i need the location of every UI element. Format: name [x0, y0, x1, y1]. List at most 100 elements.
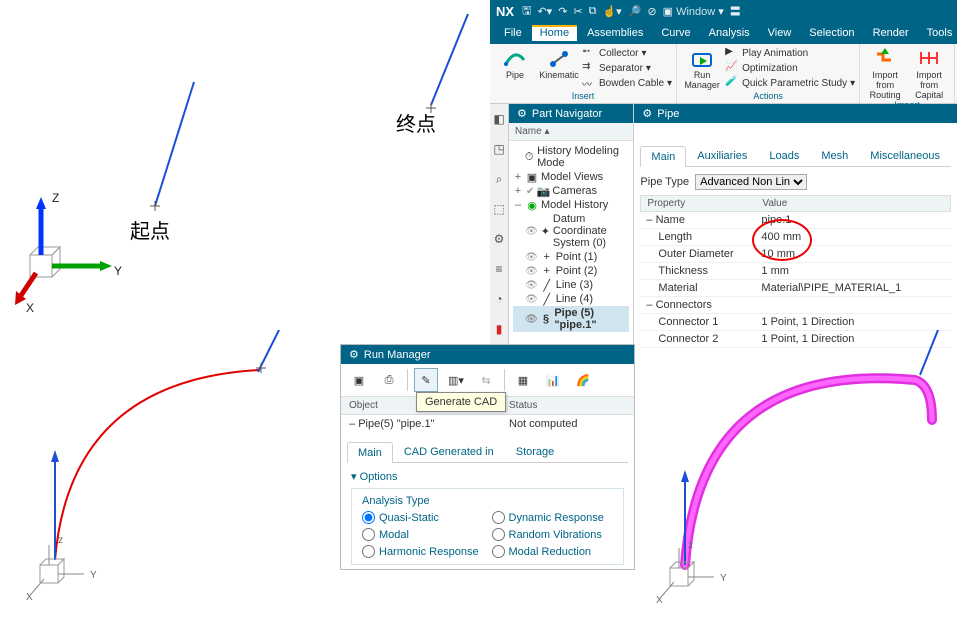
ribbon-qps[interactable]: 🧪Quick Parametric Study ▾	[725, 76, 855, 90]
nav-strip: ◧ ◳ ⌕ ⬚ ⚙ ≡ ◔ ▮	[490, 104, 509, 350]
rm-btn-1[interactable]: ▣	[347, 368, 371, 392]
rm-btn-generate-cad[interactable]: ✎	[414, 368, 438, 392]
nav-icon-5[interactable]: ⚙	[490, 230, 508, 248]
gear-icon[interactable]: ⚙	[349, 348, 359, 361]
line-4[interactable]: 👁╱Line (4)	[513, 292, 629, 306]
datum-csys[interactable]: 👁✦Datum Coordinate System (0)	[513, 212, 629, 250]
rendered-pipe-view: z Y X	[640, 330, 957, 614]
rm-btn-8[interactable]: 🌈	[571, 368, 595, 392]
rm-btn-6[interactable]: ▦	[511, 368, 535, 392]
menu-selection[interactable]: Selection	[801, 25, 862, 41]
radio-harmonic-response[interactable]: Harmonic Response	[362, 545, 484, 558]
svg-text:Z: Z	[52, 191, 59, 205]
menu-home[interactable]: Home	[532, 25, 577, 41]
radio-modal-reduction[interactable]: Modal Reduction	[492, 545, 614, 558]
cameras[interactable]: +✔📷Cameras	[513, 184, 629, 198]
model-views[interactable]: +▣Model Views	[513, 170, 629, 184]
pipe-5[interactable]: 👁§Pipe (5) "pipe.1"	[513, 306, 629, 332]
ribbon-pipe[interactable]: Pipe	[494, 46, 536, 80]
prop-outer-diameter[interactable]: 10 mm	[755, 246, 951, 262]
prop-thickness[interactable]: 1 mm	[755, 263, 951, 279]
rm-tab-storage[interactable]: Storage	[505, 441, 566, 462]
help-icon[interactable]: ⊘	[647, 5, 656, 18]
ribbon-run-manager[interactable]: Run Manager	[681, 46, 723, 90]
nav-icon-1[interactable]: ◧	[490, 110, 508, 128]
nx-menubar: File Home Assemblies Curve Analysis View…	[490, 22, 957, 44]
menu-curve[interactable]: Curve	[653, 25, 698, 41]
prop-name[interactable]: pipe.1	[755, 212, 951, 228]
prop-length[interactable]: 400 mm	[755, 229, 951, 245]
import-routing-icon	[873, 46, 897, 70]
run-manager-icon	[690, 46, 714, 70]
col-name[interactable]: Name ▴	[515, 126, 550, 137]
point-1[interactable]: 👁+Point (1)	[513, 250, 629, 264]
history-modeling-mode[interactable]: ⏱History Modeling Mode	[513, 144, 629, 170]
svg-text:Y: Y	[90, 570, 97, 581]
prop-material[interactable]: Material\PIPE_MATERIAL_1	[755, 280, 951, 296]
search-icon[interactable]: 🔎	[628, 5, 642, 18]
menu-view[interactable]: View	[760, 25, 800, 41]
rm-btn-2[interactable]: ⎙	[377, 368, 401, 392]
ribbon-bowden[interactable]: 〰Bowden Cable ▾	[582, 76, 672, 90]
rm-btn-7[interactable]: 📊	[541, 368, 565, 392]
gear-icon[interactable]: ⚙	[517, 107, 527, 120]
menu-render[interactable]: Render	[865, 25, 917, 41]
model-history[interactable]: –◉Model History	[513, 198, 629, 212]
tab-miscellaneous[interactable]: Miscellaneous	[859, 145, 951, 166]
prop-connector-1[interactable]: 1 Point, 1 Direction	[755, 314, 951, 330]
collector-icon: ➵	[582, 46, 596, 60]
nav-icon-3[interactable]: ⌕	[490, 170, 508, 188]
menu-analysis[interactable]: Analysis	[701, 25, 758, 41]
tab-auxiliaries[interactable]: Auxiliaries	[686, 145, 758, 166]
options-heading[interactable]: ▾ Options	[351, 467, 624, 486]
gear-icon[interactable]: ⚙	[642, 107, 652, 120]
svg-text:X: X	[26, 592, 33, 603]
svg-text:z: z	[58, 535, 63, 546]
menu-file[interactable]: File	[496, 25, 530, 41]
nav-icon-4[interactable]: ⬚	[490, 200, 508, 218]
nav-icon-8[interactable]: ▮	[490, 320, 508, 338]
undo-icon[interactable]: ↶▾	[537, 5, 552, 18]
nav-icon-6[interactable]: ≡	[490, 260, 508, 278]
overflow-icon[interactable]: 〓	[730, 3, 741, 19]
tab-mesh[interactable]: Mesh	[810, 145, 859, 166]
radio-random-vibrations[interactable]: Random Vibrations	[492, 528, 614, 541]
rm-btn-4[interactable]: ▥▾	[444, 368, 468, 392]
ribbon-play-animation[interactable]: ▶Play Animation	[725, 46, 855, 60]
ribbon-kinematic[interactable]: Kinematic	[538, 46, 580, 80]
nav-icon-2[interactable]: ◳	[490, 140, 508, 158]
menu-assemblies[interactable]: Assemblies	[579, 25, 651, 41]
svg-text:X: X	[26, 301, 34, 315]
radio-quasi-static[interactable]: Quasi-Static	[362, 511, 484, 524]
ribbon-optimization[interactable]: 📈Optimization	[725, 61, 855, 75]
rm-btn-5[interactable]: ⇆	[474, 368, 498, 392]
ribbon-collector[interactable]: ➵Collector ▾	[582, 46, 672, 60]
save-icon[interactable]: 🖫	[522, 2, 531, 21]
radio-dynamic-response[interactable]: Dynamic Response	[492, 511, 614, 524]
ribbon-import-routing[interactable]: Import from Routing	[864, 46, 906, 100]
line-3[interactable]: 👁╱Line (3)	[513, 278, 629, 292]
redo-icon[interactable]: ↷	[558, 5, 567, 18]
tab-main[interactable]: Main	[640, 146, 686, 167]
point-2[interactable]: 👁+Point (2)	[513, 264, 629, 278]
ribbon-group-insert: Insert	[494, 91, 672, 101]
window-menu[interactable]: ▣ Window ▾	[663, 5, 724, 18]
play-icon: ▶	[725, 46, 739, 60]
ribbon-import-capital[interactable]: Import from Capital	[908, 46, 950, 100]
cut-icon[interactable]: ✂	[573, 5, 582, 18]
sketch-top-left: Z Y X 起点 终点	[0, 0, 490, 330]
tab-loads[interactable]: Loads	[758, 145, 810, 166]
nx-titlebar: NX 🖫 ↶▾ ↷ ✂ ⧉ ☝▾ 🔎 ⊘ ▣ Window ▾ 〓	[490, 0, 957, 22]
rm-tab-cad[interactable]: CAD Generated in	[393, 441, 505, 462]
menu-tools[interactable]: Tools	[919, 25, 957, 41]
run-row[interactable]: – Pipe(5) "pipe.1"Not computed	[341, 415, 634, 433]
separator-icon: ⇉	[582, 61, 596, 75]
copy-icon[interactable]: ⧉	[589, 5, 597, 18]
label-start: 起点	[130, 215, 170, 244]
ribbon-separator[interactable]: ⇉Separator ▾	[582, 61, 672, 75]
rm-tab-main[interactable]: Main	[347, 442, 393, 463]
nav-icon-7[interactable]: ◔	[490, 290, 508, 308]
touch-icon[interactable]: ☝▾	[602, 5, 621, 18]
radio-modal[interactable]: Modal	[362, 528, 484, 541]
pipe-type-select[interactable]: Advanced Non Lin	[695, 174, 807, 190]
